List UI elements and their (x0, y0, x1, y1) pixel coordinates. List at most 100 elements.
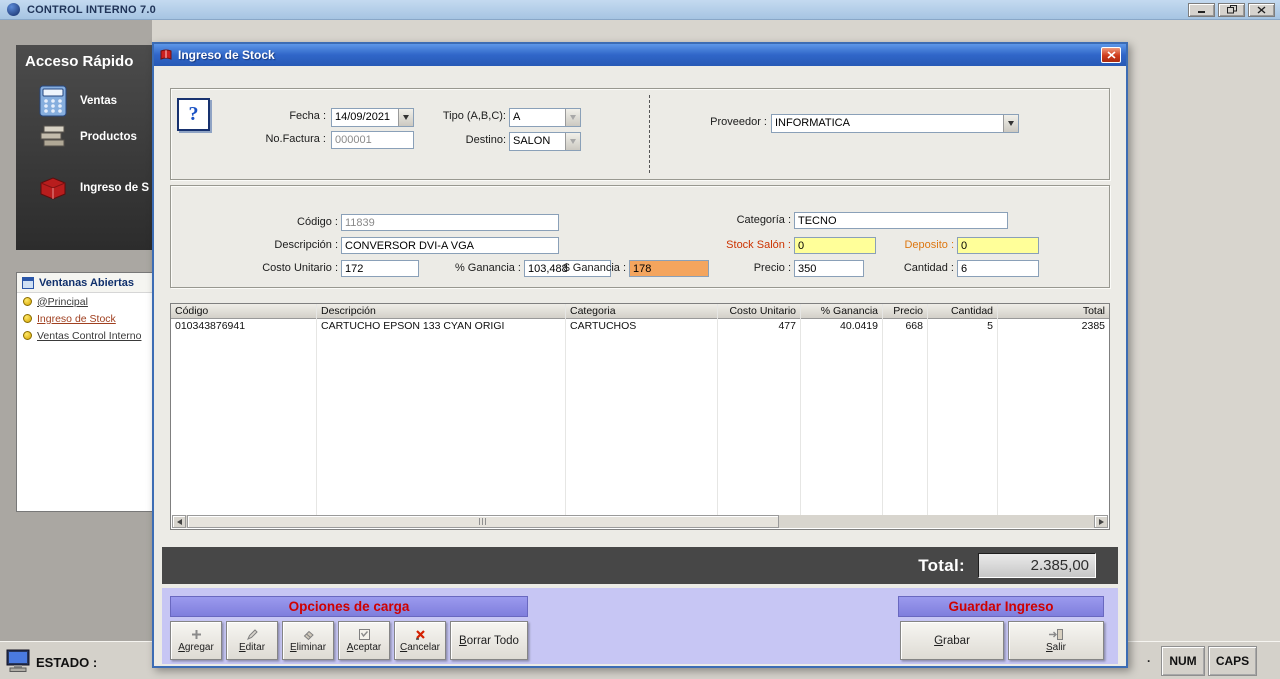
fecha-select[interactable]: 14/09/2021 (331, 108, 414, 127)
item-groupbox: Código : 11839 Descripción : CONVERSOR D… (170, 185, 1110, 288)
deposito-label: Deposito : (881, 239, 954, 251)
open-window-link: @Principal (37, 296, 88, 308)
table-cell[interactable]: CARTUCHOS (566, 319, 717, 334)
opciones-carga-header: Opciones de carga (170, 596, 528, 617)
categoria-label: Categoría : (706, 214, 791, 226)
open-windows-header: Ventanas Abiertas (17, 273, 152, 293)
open-window-ingreso-stock[interactable]: Ingreso de Stock (17, 310, 152, 327)
ganancia-monto-label: $ Ganancia : (549, 262, 626, 274)
grabar-button[interactable]: Grabar (900, 621, 1004, 660)
ganancia-pct-label: % Ganancia : (421, 262, 521, 274)
column-header: Código (171, 304, 317, 319)
codigo-input[interactable]: 11839 (341, 214, 559, 231)
precio-input[interactable]: 350 (794, 260, 864, 277)
fecha-label: Fecha : (226, 110, 326, 122)
app-titlebar: CONTROL INTERNO 7.0 (0, 0, 1280, 20)
sidebar-item-ventas[interactable]: Ventas (16, 83, 152, 119)
help-button[interactable]: ? (177, 98, 210, 131)
factura-input[interactable]: 000001 (331, 131, 414, 149)
scroll-right-arrow[interactable] (1094, 515, 1108, 528)
column-header: Total (998, 304, 1109, 319)
minimize-button[interactable] (1188, 3, 1215, 17)
fecha-value: 14/09/2021 (332, 109, 398, 126)
computer-icon (6, 649, 32, 678)
table-column-categoria: Categoria CARTUCHOS (566, 304, 718, 515)
ganancia-monto-input[interactable]: 178 (629, 260, 709, 277)
horizontal-scrollbar[interactable] (172, 515, 1108, 528)
red-book-icon (36, 175, 70, 201)
column-header: Precio (883, 304, 928, 319)
codigo-label: Código : (233, 216, 338, 228)
tipo-select[interactable]: A (509, 108, 581, 127)
table-cell[interactable]: CARTUCHO EPSON 133 CYAN ORIGI (317, 319, 565, 334)
restore-button[interactable] (1218, 3, 1245, 17)
cantidad-input[interactable]: 6 (957, 260, 1039, 277)
borrar-todo-button[interactable]: Borrar Todo (450, 621, 528, 660)
windows-icon (22, 277, 34, 289)
dialog-close-button[interactable] (1101, 47, 1121, 63)
quick-access-panel: Acceso Rápido Ventas Productos (16, 45, 152, 250)
close-icon (1257, 6, 1266, 14)
eraser-icon (302, 628, 315, 641)
question-mark-icon: ? (189, 103, 199, 126)
table-cell[interactable]: 010343876941 (171, 319, 316, 334)
stock-salon-label: Stock Salón : (696, 239, 791, 251)
total-value: 2.385,00 (978, 553, 1096, 578)
sidebar-item-ingreso-stock[interactable]: Ingreso de S (16, 171, 152, 205)
cantidad-label: Cantidad : (881, 262, 954, 274)
costo-unitario-label: Costo Unitario : (223, 262, 338, 274)
action-panel: Opciones de carga Guardar Ingreso Agrega… (162, 588, 1118, 664)
sidebar-item-productos[interactable]: Productos (16, 121, 152, 153)
descripcion-input[interactable]: CONVERSOR DVI-A VGA (341, 237, 559, 254)
aceptar-button[interactable]: Aceptar (338, 621, 390, 660)
open-window-link: Ventas Control Interno (37, 330, 141, 342)
button-label: Agregar (178, 642, 214, 653)
column-header: Descripción (317, 304, 566, 319)
table-cell[interactable]: 477 (718, 319, 800, 334)
chevron-down-icon[interactable] (1003, 115, 1018, 132)
button-label: Grabar (934, 635, 970, 647)
open-window-ventas[interactable]: Ventas Control Interno (17, 327, 152, 344)
products-stack-icon (36, 124, 70, 150)
red-book-icon (159, 48, 173, 62)
deposito-input[interactable]: 0 (957, 237, 1039, 254)
bullet-icon (23, 331, 32, 340)
eliminar-button[interactable]: Eliminar (282, 621, 334, 660)
sidebar-item-label: Ingreso de S (80, 182, 149, 194)
open-window-link: Ingreso de Stock (37, 313, 116, 325)
scrollbar-thumb[interactable] (187, 515, 779, 528)
costo-unitario-input[interactable]: 172 (341, 260, 419, 277)
checklist-icon (358, 628, 371, 641)
chevron-down-icon[interactable] (565, 133, 580, 150)
sidebar-item-label: Ventas (80, 95, 117, 107)
tipo-label: Tipo (A,B,C): (411, 110, 506, 122)
factura-label: No.Factura : (211, 133, 326, 145)
quick-access-title: Acceso Rápido (25, 53, 133, 70)
proveedor-select[interactable]: INFORMATICA (771, 114, 1019, 133)
table-cell[interactable]: 668 (883, 319, 927, 334)
stock-salon-input[interactable]: 0 (794, 237, 876, 254)
close-button[interactable] (1248, 3, 1275, 17)
red-x-icon (414, 628, 427, 641)
chevron-down-icon[interactable] (565, 109, 580, 126)
cancelar-button[interactable]: Cancelar (394, 621, 446, 660)
scroll-left-arrow[interactable] (172, 515, 186, 528)
table-column-total: Total 2385 (998, 304, 1109, 515)
open-window-principal[interactable]: @Principal (17, 293, 152, 310)
editar-button[interactable]: Editar (226, 621, 278, 660)
descripcion-label: Descripción : (233, 239, 338, 251)
status-text-fragment: . (1147, 651, 1150, 665)
agregar-button[interactable]: Agregar (170, 621, 222, 660)
close-icon (1107, 51, 1116, 59)
table-cell[interactable]: 2385 (998, 319, 1109, 334)
table-cell[interactable]: 5 (928, 319, 997, 334)
button-label: Eliminar (290, 642, 326, 653)
table-column-costo-unitario: Costo Unitario 477 (718, 304, 801, 515)
destino-select[interactable]: SALON (509, 132, 581, 151)
table-cell[interactable]: 40.0419 (801, 319, 882, 334)
categoria-input[interactable]: TECNO (794, 212, 1008, 229)
salir-button[interactable]: Salir (1008, 621, 1104, 660)
estado-label: ESTADO : (36, 655, 97, 670)
app-icon (7, 3, 20, 16)
bullet-icon (23, 314, 32, 323)
